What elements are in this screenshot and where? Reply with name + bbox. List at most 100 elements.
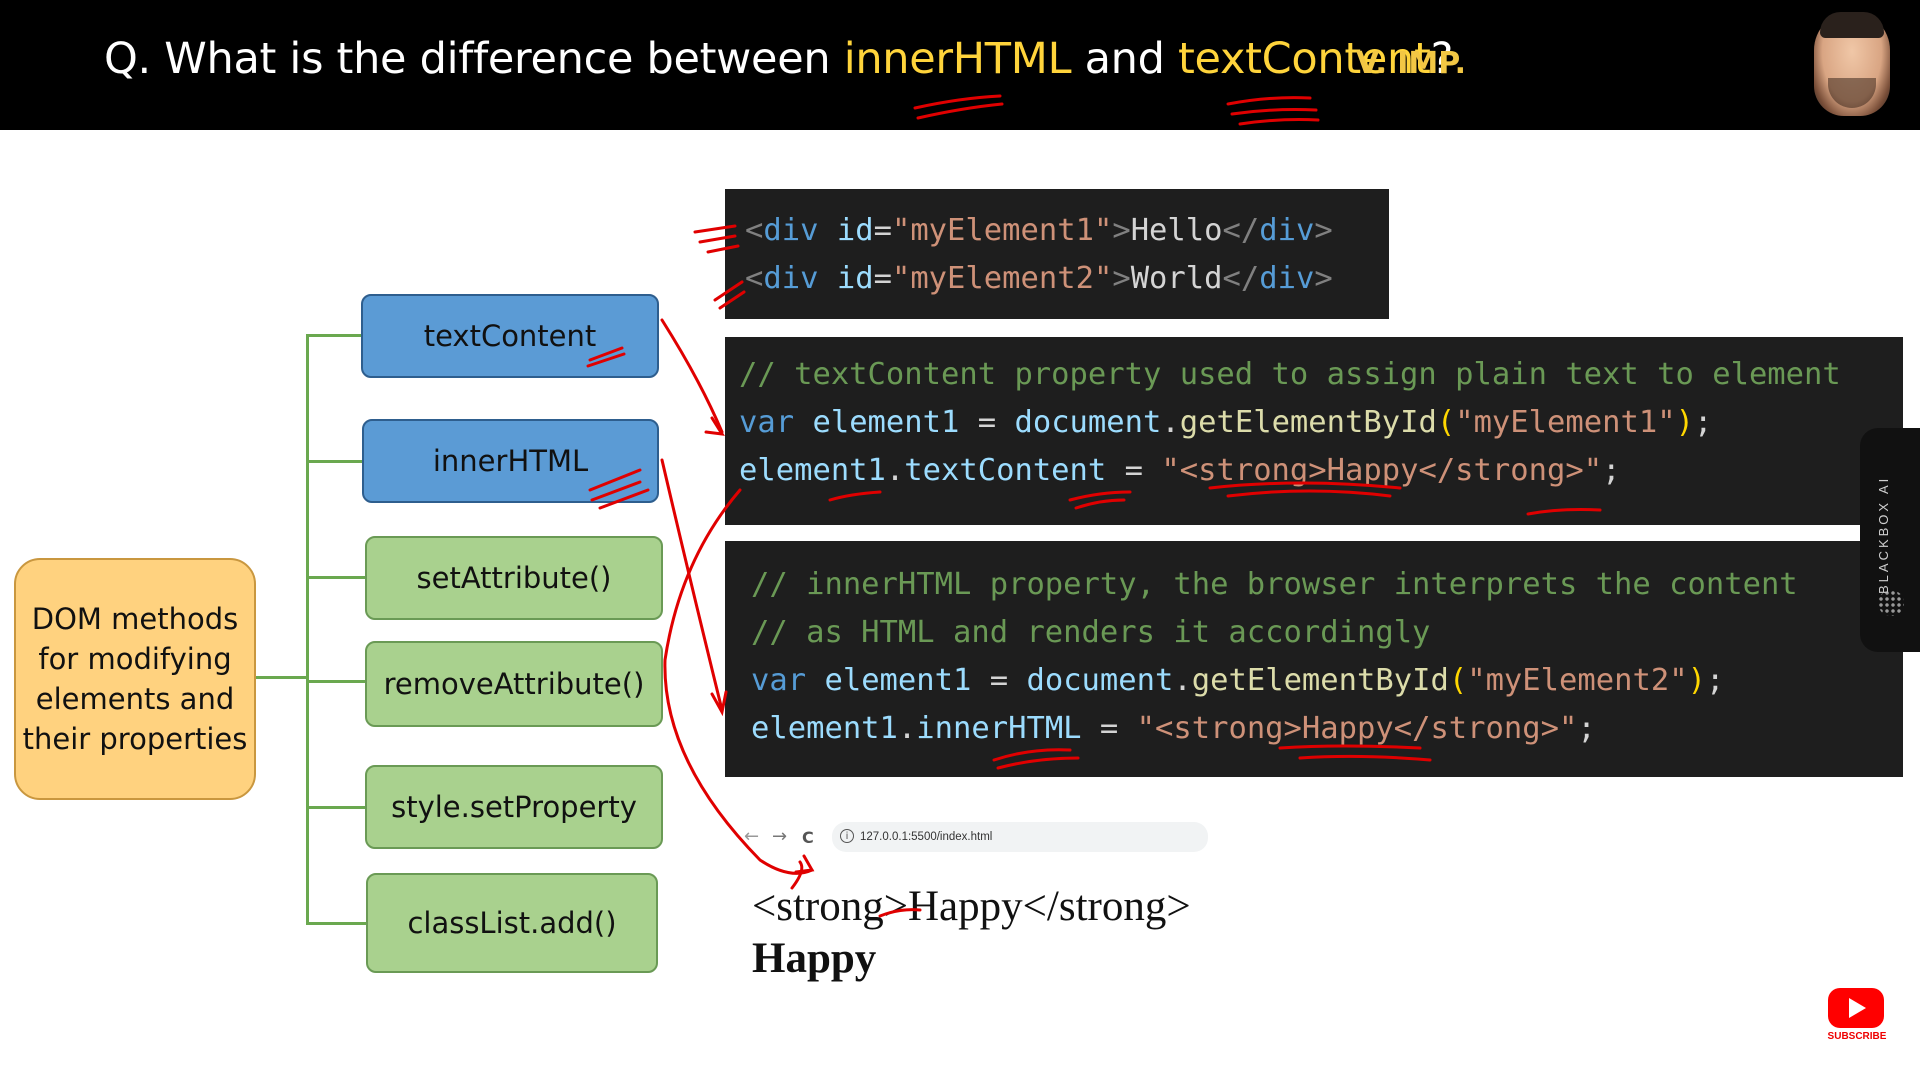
code-line: <div id="myElement2">World</div>: [745, 255, 1389, 303]
code-block-html: <div id="myElement1">Hello</div> <div id…: [725, 189, 1389, 319]
code-token: "myElement1": [1455, 405, 1676, 440]
code-token: getElementById: [1191, 663, 1449, 698]
tree-connector-5: [306, 806, 366, 809]
code-token: (: [1448, 663, 1468, 698]
code-line: element1.textContent = "<strong>Happy</s…: [739, 447, 1903, 495]
code-token: .: [1161, 405, 1180, 440]
code-token: ;: [1693, 405, 1713, 440]
code-line: element1.innerHTML = "<strong>Happy</str…: [751, 705, 1903, 753]
code-token: "myElement2": [891, 261, 1113, 296]
code-token: id: [836, 213, 874, 248]
youtube-subscribe-icon[interactable]: [1828, 988, 1884, 1028]
code-token: >: [1112, 261, 1131, 296]
tree-connector-1: [306, 334, 362, 337]
code-token: >: [1314, 261, 1333, 296]
address-bar[interactable]: 127.0.0.1:5500/index.html: [832, 822, 1208, 852]
code-token: ;: [1705, 663, 1725, 698]
code-token: =: [971, 663, 1027, 698]
code-token: >: [1314, 213, 1333, 248]
code-token: </: [1222, 213, 1260, 248]
page-title: Q. What is the difference between innerH…: [104, 34, 1453, 84]
code-token: .: [897, 711, 917, 746]
code-token: <: [745, 261, 764, 296]
output-bold-text: Happy: [752, 935, 877, 982]
subscribe-label: SUBSCRIBE: [1827, 1031, 1887, 1042]
pen-arrowhead: [704, 416, 725, 436]
code-token: "myElement2": [1467, 663, 1688, 698]
code-token: element1: [812, 405, 960, 440]
node-classlist-add: classList.add(): [366, 873, 658, 973]
node-setattribute: setAttribute(): [365, 536, 663, 620]
code-token: div: [763, 213, 819, 248]
pen-arrowhead: [794, 854, 815, 874]
presenter-avatar: [1814, 12, 1890, 116]
tree-connector-trunk: [306, 334, 309, 924]
code-token: ): [1687, 663, 1706, 698]
importance-tag: V. IMP.: [1356, 46, 1467, 81]
code-token: getElementById: [1179, 405, 1437, 440]
site-info-icon[interactable]: i: [840, 829, 854, 843]
title-keyword-innerhtml: innerHTML: [843, 34, 1072, 84]
code-token: textContent: [904, 453, 1107, 488]
code-token: div: [1259, 261, 1315, 296]
tree-connector-3: [306, 576, 366, 579]
code-comment: // innerHTML property, the browser inter…: [751, 567, 1798, 602]
code-token: ): [1675, 405, 1694, 440]
pen-arrowhead: [710, 690, 728, 717]
code-token: World: [1130, 261, 1223, 296]
tree-connector-6: [306, 922, 366, 925]
node-innerhtml: innerHTML: [362, 419, 659, 503]
code-token: var: [739, 405, 795, 440]
title-prefix: Q. What is the difference between: [104, 34, 844, 84]
code-token: </: [1222, 261, 1260, 296]
code-token: div: [1259, 213, 1315, 248]
code-token: ;: [1577, 711, 1596, 746]
code-token: element1: [739, 453, 886, 488]
code-token: =: [1106, 453, 1162, 488]
output-plain-text: <strong>Happy</strong>: [752, 883, 1191, 930]
code-line: <div id="myElement1">Hello</div>: [745, 207, 1389, 255]
code-token: innerHTML: [916, 711, 1082, 746]
code-block-textcontent: // textContent property used to assign p…: [725, 337, 1903, 525]
code-token: var: [751, 663, 807, 698]
code-token: >: [1112, 213, 1131, 248]
code-token: ;: [1602, 453, 1621, 488]
root-node: DOM methods for modifying elements and t…: [14, 558, 256, 800]
code-token: =: [873, 213, 892, 248]
code-token: =: [959, 405, 1015, 440]
node-removeattribute: removeAttribute(): [365, 641, 663, 727]
code-token: id: [836, 261, 874, 296]
code-token: .: [1173, 663, 1192, 698]
code-token: (: [1436, 405, 1456, 440]
code-token: "<strong>Happy</strong>": [1136, 711, 1578, 746]
forward-arrow-icon[interactable]: →: [772, 826, 787, 847]
reload-icon[interactable]: C: [802, 828, 814, 847]
code-line: var element1 = document.getElementById("…: [739, 399, 1903, 447]
back-arrow-icon[interactable]: ←: [744, 826, 759, 847]
blackbox-ai-label: BLACKBOX AI: [1876, 475, 1891, 595]
tree-connector-root: [256, 676, 308, 679]
code-token: div: [763, 261, 819, 296]
code-token: document: [1026, 663, 1174, 698]
node-style-setproperty: style.setProperty: [365, 765, 663, 849]
code-token: =: [1081, 711, 1137, 746]
pen-arrow: [660, 318, 724, 434]
code-line: var element1 = document.getElementById("…: [751, 657, 1903, 705]
title-mid: and: [1071, 34, 1178, 84]
pen-arrow: [660, 458, 724, 712]
blackbox-logo-icon: [1878, 590, 1904, 616]
code-comment: // as HTML and renders it accordingly: [751, 615, 1431, 650]
code-token: "myElement1": [891, 213, 1113, 248]
code-token: <: [745, 213, 764, 248]
code-token: document: [1014, 405, 1162, 440]
node-textcontent: textContent: [361, 294, 659, 378]
code-token: .: [885, 453, 905, 488]
code-comment: // textContent property used to assign p…: [739, 357, 1841, 392]
code-token: element1: [824, 663, 972, 698]
code-token: "<strong>Happy</strong>": [1161, 453, 1603, 488]
tree-connector-4: [306, 680, 366, 683]
code-token: =: [873, 261, 892, 296]
code-token: Hello: [1130, 213, 1223, 248]
code-block-innerhtml: // innerHTML property, the browser inter…: [725, 541, 1903, 777]
tree-connector-2: [306, 460, 362, 463]
